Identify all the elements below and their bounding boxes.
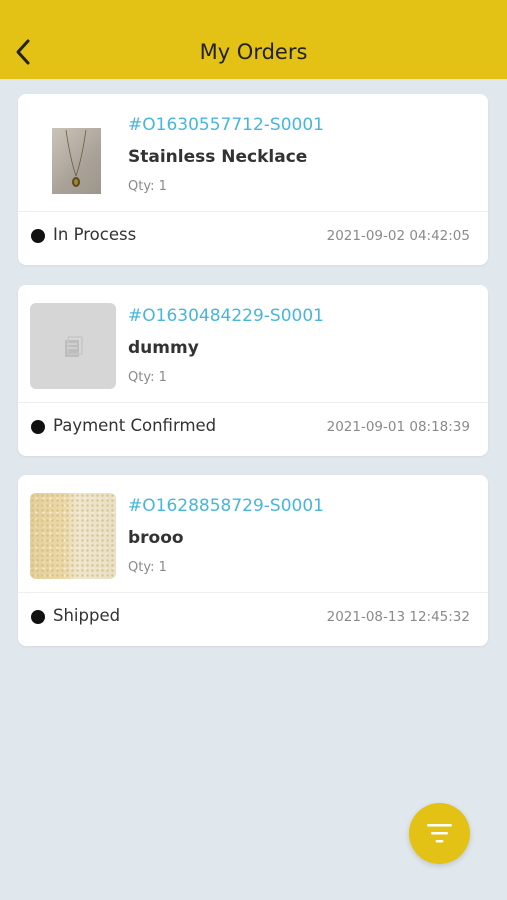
product-thumbnail — [30, 303, 116, 389]
order-status: Shipped — [53, 606, 121, 625]
order-card[interactable]: #O1630484229-S0001 dummy Qty: 1 Payment … — [18, 285, 488, 456]
quantity-label: Qty: 1 — [128, 370, 167, 385]
divider — [18, 211, 488, 212]
order-status: Payment Confirmed — [53, 416, 217, 435]
order-status: In Process — [53, 225, 137, 244]
filter-icon — [427, 824, 452, 843]
product-name: brooo — [128, 528, 184, 548]
order-id-link[interactable]: #O1630484229-S0001 — [128, 305, 324, 327]
order-id-link[interactable]: #O1630557712-S0001 — [128, 114, 324, 136]
product-name: dummy — [128, 338, 199, 358]
order-card[interactable]: #O1630557712-S0001 Stainless Necklace Qt… — [18, 94, 488, 265]
order-card[interactable]: #O1628858729-S0001 brooo Qty: 1 Shipped … — [18, 475, 488, 646]
app-header: My Orders — [0, 0, 507, 79]
quantity-label: Qty: 1 — [128, 179, 167, 194]
page-title: My Orders — [199, 40, 308, 64]
quantity-label: Qty: 1 — [128, 560, 167, 575]
order-date: 2021-09-02 04:42:05 — [326, 228, 470, 244]
product-thumbnail — [30, 493, 116, 579]
product-name: Stainless Necklace — [128, 147, 308, 167]
status-dot-icon — [31, 420, 45, 434]
order-date: 2021-09-01 08:18:39 — [326, 419, 470, 435]
order-date: 2021-08-13 12:45:32 — [326, 609, 470, 625]
filter-button[interactable] — [409, 803, 470, 864]
divider — [18, 592, 488, 593]
order-id-link[interactable]: #O1628858729-S0001 — [128, 495, 324, 517]
divider — [18, 402, 488, 403]
image-placeholder-icon — [65, 336, 83, 357]
status-dot-icon — [31, 229, 45, 243]
status-dot-icon — [31, 610, 45, 624]
product-thumbnail — [30, 112, 116, 198]
